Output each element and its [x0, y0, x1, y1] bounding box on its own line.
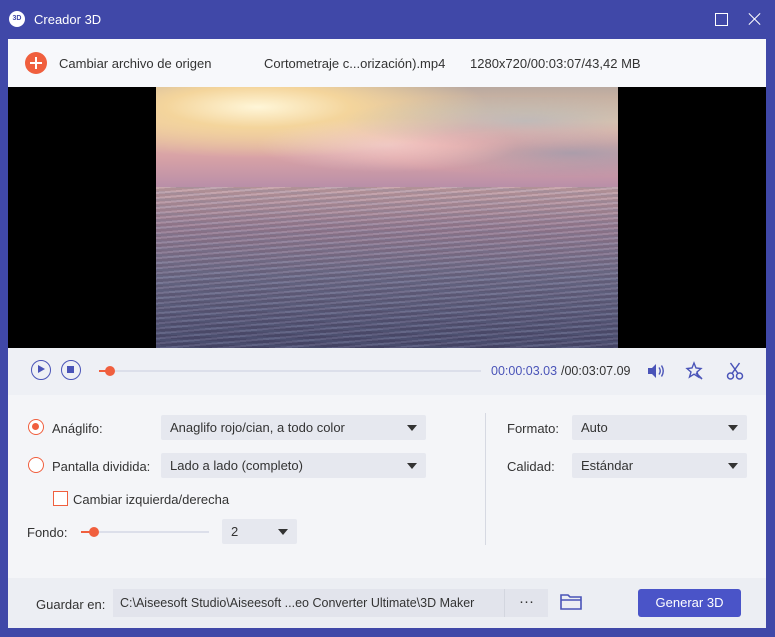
- app-3d-icon: 3D: [9, 11, 25, 27]
- settings-panel: Anáglifo: Anaglifo rojo/cian, a todo col…: [8, 395, 766, 578]
- chevron-down-icon: [407, 425, 417, 431]
- format-select-value: Auto: [581, 420, 608, 435]
- output-path-field[interactable]: C:\Aiseesoft Studio\Aiseesoft ...eo Conv…: [113, 589, 504, 617]
- total-time: /00:03:07.09: [561, 364, 631, 378]
- background-label: Fondo:: [27, 525, 68, 540]
- background-depth-value: 2: [231, 524, 239, 539]
- maximize-icon[interactable]: [710, 8, 732, 30]
- progress-bar[interactable]: [99, 366, 481, 376]
- change-source-button[interactable]: Cambiar archivo de origen: [59, 56, 211, 71]
- settings-divider: [485, 413, 486, 545]
- format-select[interactable]: Auto: [572, 415, 747, 440]
- window-title: Creador 3D: [34, 12, 102, 27]
- quality-select[interactable]: Estándar: [572, 453, 747, 478]
- anaglyph-radio[interactable]: [28, 419, 44, 435]
- player-controls: 00:00:03.03 /00:03:07.09: [8, 348, 766, 395]
- format-label: Formato:: [507, 421, 560, 436]
- play-icon[interactable]: [31, 360, 51, 380]
- quality-select-value: Estándar: [581, 458, 634, 473]
- add-source-icon[interactable]: [25, 52, 47, 74]
- swap-left-right-checkbox[interactable]: [53, 491, 68, 506]
- video-preview: [8, 87, 766, 348]
- footer-bar: Guardar en: C:\Aiseesoft Studio\Aiseesof…: [8, 578, 766, 628]
- split-screen-radio[interactable]: [28, 457, 44, 473]
- volume-icon[interactable]: [645, 360, 667, 382]
- ocean-waves-image: [156, 187, 618, 348]
- open-folder-icon[interactable]: [559, 591, 583, 613]
- anaglyph-select-value: Anaglifo rojo/cian, a todo color: [170, 420, 345, 435]
- anaglyph-label: Anáglifo:: [52, 421, 103, 436]
- chevron-down-icon: [728, 463, 738, 469]
- stop-icon[interactable]: [61, 360, 81, 380]
- save-to-label: Guardar en:: [36, 597, 106, 612]
- chevron-down-icon: [407, 463, 417, 469]
- browse-button[interactable]: ···: [504, 589, 548, 617]
- chevron-down-icon: [278, 529, 288, 535]
- chevron-down-icon: [728, 425, 738, 431]
- background-slider-handle[interactable]: [88, 527, 99, 537]
- source-file-meta: 1280x720/00:03:07/43,42 MB: [470, 56, 641, 71]
- anaglyph-select[interactable]: Anaglifo rojo/cian, a todo color: [161, 415, 426, 440]
- main-panel: Cambiar archivo de origen Cortometraje c…: [8, 39, 766, 628]
- swap-left-right-label: Cambiar izquierda/derecha: [73, 492, 230, 507]
- scissors-icon[interactable]: [724, 360, 746, 382]
- effects-wand-icon[interactable]: [683, 360, 705, 382]
- current-time: 00:00:03.03: [491, 364, 558, 378]
- video-frame-image: [156, 87, 618, 348]
- background-slider[interactable]: [81, 527, 209, 537]
- title-bar: 3D Creador 3D: [0, 0, 775, 38]
- progress-handle[interactable]: [105, 366, 116, 376]
- background-depth-select[interactable]: 2: [222, 519, 297, 544]
- generate-3d-button[interactable]: Generar 3D: [638, 589, 741, 617]
- quality-label: Calidad:: [507, 459, 555, 474]
- clouds-image: [156, 97, 618, 177]
- close-icon[interactable]: [744, 8, 766, 30]
- split-screen-select-value: Lado a lado (completo): [170, 458, 303, 473]
- source-file-name: Cortometraje c...orización).mp4: [264, 56, 446, 71]
- split-screen-select[interactable]: Lado a lado (completo): [161, 453, 426, 478]
- split-screen-label: Pantalla dividida:: [52, 459, 151, 474]
- source-bar: Cambiar archivo de origen Cortometraje c…: [8, 39, 766, 87]
